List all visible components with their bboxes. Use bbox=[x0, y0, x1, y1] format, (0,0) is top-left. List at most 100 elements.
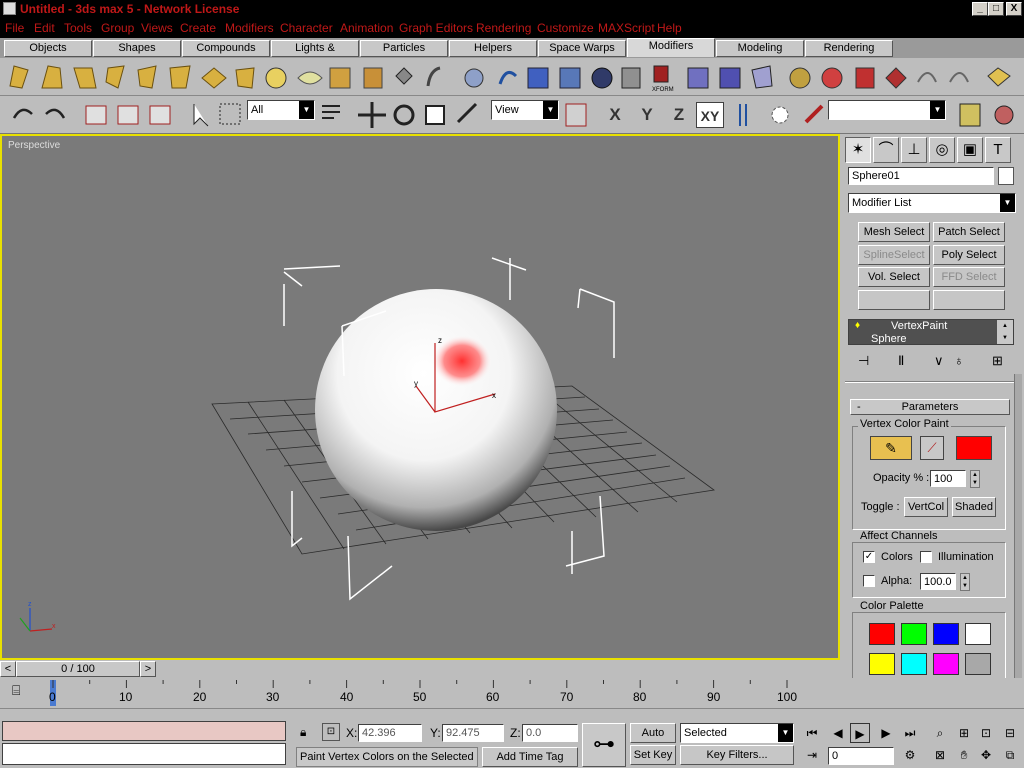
go-to-start-icon[interactable]: ⏮︎ bbox=[802, 723, 822, 743]
vol-select-button[interactable]: Vol. Select bbox=[858, 267, 930, 287]
zoom-icon[interactable]: ⌕ bbox=[930, 723, 950, 743]
colors-checkbox[interactable]: ✓ bbox=[863, 551, 875, 563]
spline-select-button[interactable]: SplineSelect bbox=[858, 245, 930, 265]
lock-icon[interactable]: 🔒︎ bbox=[300, 725, 306, 740]
shaded-button[interactable]: Shaded bbox=[952, 497, 996, 517]
object-color-swatch[interactable] bbox=[998, 167, 1014, 185]
paint-color-swatch[interactable] bbox=[956, 436, 992, 460]
tab-modifiers[interactable]: Modifiers bbox=[627, 38, 715, 57]
vertcol-button[interactable]: VertCol bbox=[904, 497, 948, 517]
palette-swatch[interactable] bbox=[901, 623, 927, 645]
menu-views[interactable]: Views bbox=[141, 21, 173, 35]
tab-rendering[interactable]: Rendering bbox=[805, 40, 893, 57]
modify-tab-icon[interactable]: ⌒ bbox=[873, 137, 899, 163]
maxscript-listener[interactable] bbox=[2, 721, 286, 741]
hierarchy-tab-icon[interactable]: ⊥ bbox=[901, 137, 927, 163]
palette-swatch[interactable] bbox=[933, 623, 959, 645]
alpha-checkbox[interactable] bbox=[863, 575, 875, 587]
illumination-checkbox[interactable] bbox=[920, 551, 932, 563]
motion-tab-icon[interactable]: ◎ bbox=[929, 137, 955, 163]
restrict-z-button[interactable]: Z bbox=[666, 102, 692, 128]
empty-modifier-button[interactable] bbox=[858, 290, 930, 310]
current-frame-field[interactable]: 0 bbox=[828, 747, 894, 765]
make-unique-icon[interactable]: ∨ bbox=[934, 353, 944, 369]
maxscript-output[interactable] bbox=[2, 743, 286, 765]
add-time-tag-button[interactable]: Add Time Tag bbox=[482, 747, 578, 767]
play-icon[interactable]: ▶︎ bbox=[850, 723, 870, 743]
app-icon[interactable] bbox=[3, 2, 16, 15]
modifier-stack[interactable]: VertexPaint ♦ Sphere ▲ ▼ bbox=[848, 319, 1014, 345]
close-button[interactable]: X bbox=[1006, 2, 1022, 16]
key-filters-button[interactable]: Key Filters... bbox=[680, 745, 794, 765]
lightbulb-icon[interactable]: ♦ bbox=[855, 320, 860, 331]
x-coord-field[interactable]: 42.396 bbox=[358, 724, 422, 742]
menu-group[interactable]: Group bbox=[101, 21, 134, 35]
modifier-list-dropdown[interactable]: Modifier List ▼ bbox=[848, 193, 1016, 213]
time-config-icon[interactable]: ⚙︎ bbox=[900, 745, 920, 765]
ffd-select-button[interactable]: FFD Select bbox=[933, 267, 1005, 287]
palette-swatch[interactable] bbox=[965, 623, 991, 645]
remove-modifier-icon[interactable]: ♁ bbox=[954, 353, 964, 368]
previous-frame-icon[interactable]: ◀︎ bbox=[828, 723, 848, 743]
auto-key-button[interactable]: Auto Key bbox=[630, 723, 676, 757]
tab-particles[interactable]: Particles bbox=[360, 40, 448, 57]
opacity-input[interactable]: 100 bbox=[930, 470, 966, 487]
palette-swatch[interactable] bbox=[869, 623, 895, 645]
menu-maxscript[interactable]: MAXScript bbox=[598, 21, 655, 35]
zoom-extents-all-icon[interactable]: ⊟ bbox=[1000, 723, 1020, 743]
zoom-all-icon[interactable]: ⊞ bbox=[954, 723, 974, 743]
tab-helpers[interactable]: Helpers bbox=[449, 40, 537, 57]
patch-select-button[interactable]: Patch Select bbox=[933, 222, 1005, 242]
set-key-icon[interactable]: ⊶ bbox=[582, 723, 626, 767]
menu-graph-editors[interactable]: Graph Editors bbox=[399, 21, 473, 35]
menu-customize[interactable]: Customize bbox=[537, 21, 594, 35]
poly-select-button[interactable]: Poly Select bbox=[933, 245, 1005, 265]
set-key-button[interactable]: Set Key bbox=[630, 745, 676, 765]
absolute-mode-icon[interactable]: ⊡ bbox=[322, 723, 340, 741]
time-slider-thumb[interactable]: 0 / 100 bbox=[16, 661, 140, 677]
empty-modifier-button[interactable] bbox=[933, 290, 1005, 310]
key-mode-dropdown[interactable]: Selected ▼ bbox=[680, 723, 794, 743]
tab-shapes[interactable]: Shapes bbox=[93, 40, 181, 57]
menu-file[interactable]: File bbox=[5, 21, 24, 35]
palette-swatch[interactable] bbox=[901, 653, 927, 675]
tab-space-warps[interactable]: Space Warps bbox=[538, 40, 626, 57]
mesh-select-button[interactable]: Mesh Select bbox=[858, 222, 930, 242]
restrict-x-button[interactable]: X bbox=[602, 102, 628, 128]
show-end-result-icon[interactable]: Ⅱ bbox=[898, 353, 904, 369]
menu-edit[interactable]: Edit bbox=[34, 21, 55, 35]
stack-item-vertexpaint[interactable]: VertexPaint bbox=[849, 320, 997, 333]
key-mode-toggle-icon[interactable]: ⇥ bbox=[802, 745, 822, 765]
go-to-end-icon[interactable]: ⏭︎ bbox=[900, 723, 920, 743]
eyedropper-button[interactable]: ⟋ bbox=[920, 436, 944, 460]
palette-swatch[interactable] bbox=[869, 653, 895, 675]
maximize-button[interactable]: □ bbox=[988, 2, 1004, 16]
restrict-xy-button[interactable]: XY bbox=[696, 102, 724, 128]
pan-icon[interactable]: ✋︎ bbox=[954, 745, 974, 765]
paintbrush-button[interactable]: ✎ bbox=[870, 436, 912, 460]
y-coord-field[interactable]: 92.475 bbox=[442, 724, 504, 742]
parameters-rollout-header[interactable]: - Parameters bbox=[850, 399, 1010, 415]
menu-modifiers[interactable]: Modifiers bbox=[225, 21, 274, 35]
next-frame-icon[interactable]: ▶︎ bbox=[876, 723, 896, 743]
stack-item-sphere[interactable]: Sphere bbox=[849, 333, 997, 344]
zoom-extents-icon[interactable]: ⊡ bbox=[976, 723, 996, 743]
time-next-button[interactable]: > bbox=[140, 661, 156, 677]
named-selection-dropdown[interactable]: ▼ bbox=[828, 100, 946, 120]
perspective-viewport[interactable]: Perspective z y x z x bbox=[0, 134, 840, 660]
ref-coord-dropdown[interactable]: View ▼ bbox=[491, 100, 559, 120]
region-zoom-icon[interactable]: ⊠ bbox=[930, 745, 950, 765]
utilities-tab-icon[interactable]: T bbox=[985, 137, 1011, 163]
maximize-viewport-icon[interactable]: ⧉ bbox=[1000, 745, 1020, 765]
palette-swatch[interactable] bbox=[965, 653, 991, 675]
tab-lights-cameras[interactable]: Lights & Cameras bbox=[271, 40, 359, 69]
z-coord-field[interactable]: 0.0 bbox=[522, 724, 578, 742]
object-name-field[interactable]: Sphere01 bbox=[848, 167, 994, 185]
opacity-spinner[interactable]: ▲ ▼ bbox=[970, 470, 980, 488]
menu-character[interactable]: Character bbox=[280, 21, 333, 35]
menu-help[interactable]: Help bbox=[657, 21, 682, 35]
pin-stack-icon[interactable]: ⊣ bbox=[858, 353, 869, 369]
selection-filter-dropdown[interactable]: All ▼ bbox=[247, 100, 315, 120]
menu-create[interactable]: Create bbox=[180, 21, 216, 35]
tab-objects[interactable]: Objects bbox=[4, 40, 92, 57]
